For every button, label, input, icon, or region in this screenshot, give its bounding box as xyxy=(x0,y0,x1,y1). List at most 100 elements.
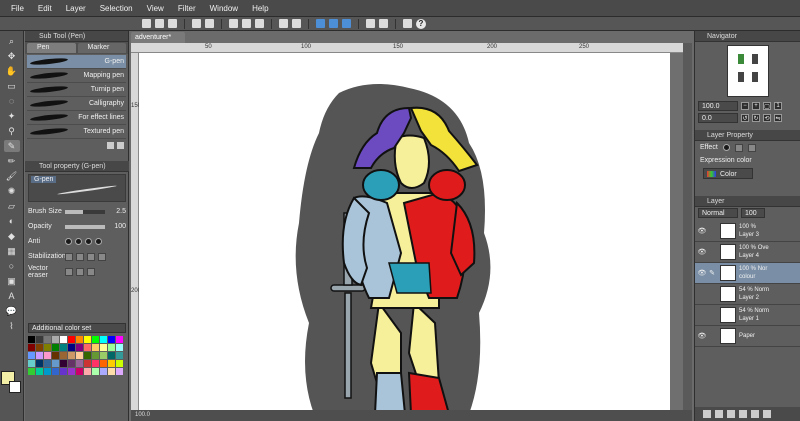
snap-ruler-special-icon[interactable] xyxy=(329,19,338,28)
open-file-icon[interactable] xyxy=(155,19,164,28)
anti-alias-none-option[interactable] xyxy=(65,238,72,245)
color-swatch[interactable] xyxy=(84,344,91,351)
eraser-tool-icon[interactable]: ▱ xyxy=(4,200,20,212)
document-tab[interactable]: adventurer* xyxy=(131,32,185,43)
color-swatch[interactable] xyxy=(44,344,51,351)
rotate-right-icon[interactable]: ↻ xyxy=(752,114,760,122)
canvas-paper[interactable] xyxy=(139,53,670,415)
pencil-tool-icon[interactable]: ✏ xyxy=(4,155,20,167)
color-swatch[interactable] xyxy=(52,360,59,367)
color-swatch[interactable] xyxy=(36,336,43,343)
color-set-select[interactable]: Additional color set xyxy=(28,323,126,333)
correct-line-tool-icon[interactable]: ⌇ xyxy=(4,320,20,332)
color-swatch[interactable] xyxy=(92,336,99,343)
actual-size-icon[interactable]: 1 xyxy=(774,102,782,110)
layer-opacity-field[interactable]: 100 xyxy=(741,208,765,218)
new-file-icon[interactable] xyxy=(142,19,151,28)
color-swatch[interactable] xyxy=(76,344,83,351)
eye-icon[interactable]: 👁 xyxy=(697,331,707,341)
color-swatch[interactable] xyxy=(84,352,91,359)
snap-grid-icon[interactable] xyxy=(342,19,351,28)
color-swatch[interactable] xyxy=(84,360,91,367)
color-swatch[interactable] xyxy=(108,344,115,351)
zoom-in-icon[interactable]: + xyxy=(752,102,760,110)
invert-selection-icon[interactable] xyxy=(292,19,301,28)
tab-marker[interactable]: Marker xyxy=(77,43,126,53)
color-swatch[interactable] xyxy=(44,336,51,343)
brush-item-textured-pen[interactable]: Textured pen xyxy=(27,125,126,139)
color-swatch[interactable] xyxy=(100,344,107,351)
color-swatch[interactable] xyxy=(52,368,59,375)
fill-icon[interactable] xyxy=(242,19,251,28)
brush-size-value[interactable]: 2.5 xyxy=(108,208,126,215)
zoom-tool-icon[interactable]: ⌕ xyxy=(4,35,20,47)
new-folder-icon[interactable] xyxy=(727,410,735,418)
color-swatch[interactable] xyxy=(28,368,35,375)
brush-item-effect-lines[interactable]: For effect lines xyxy=(27,111,126,125)
brush-item-mapping-pen[interactable]: Mapping pen xyxy=(27,69,126,83)
color-swatch[interactable] xyxy=(92,344,99,351)
tab-pen[interactable]: Pen xyxy=(27,43,76,53)
color-swatch[interactable] xyxy=(68,368,75,375)
menu-selection[interactable]: Selection xyxy=(93,0,140,17)
transform-icon[interactable] xyxy=(255,19,264,28)
color-swatch[interactable] xyxy=(36,360,43,367)
canvas-vertical-scrollbar[interactable] xyxy=(683,43,692,410)
stabilization-level[interactable] xyxy=(98,252,106,261)
stabilization-level[interactable] xyxy=(65,252,73,261)
color-swatch[interactable] xyxy=(52,344,59,351)
color-swatch[interactable] xyxy=(108,368,115,375)
color-swatch[interactable] xyxy=(92,360,99,367)
anti-alias-strong-option[interactable] xyxy=(95,238,102,245)
lasso-tool-icon[interactable]: ◌ xyxy=(4,95,20,107)
navigator-zoom-value[interactable]: 100.0 xyxy=(698,101,738,111)
eye-icon[interactable]: 👁 xyxy=(697,268,707,278)
brush-item-turnip-pen[interactable]: Turnip pen xyxy=(27,83,126,97)
brush-item-calligraphy[interactable]: Calligraphy xyxy=(27,97,126,111)
layer-mask-icon[interactable] xyxy=(739,410,747,418)
color-swatch[interactable] xyxy=(60,368,67,375)
eyedropper-tool-icon[interactable]: ⚲ xyxy=(4,125,20,137)
menu-edit[interactable]: Edit xyxy=(31,0,59,17)
opacity-slider[interactable] xyxy=(65,224,105,229)
color-swatch[interactable] xyxy=(92,368,99,375)
clear-icon[interactable] xyxy=(229,19,238,28)
tone-effect-icon[interactable] xyxy=(734,143,743,152)
eye-icon[interactable]: 👁 xyxy=(697,226,707,236)
merge-down-icon[interactable] xyxy=(751,410,759,418)
color-swatch[interactable] xyxy=(44,360,51,367)
menu-layer[interactable]: Layer xyxy=(59,0,93,17)
balloon-tool-icon[interactable]: 💬 xyxy=(4,305,20,317)
auto-select-tool-icon[interactable]: ✦ xyxy=(4,110,20,122)
menu-window[interactable]: Window xyxy=(203,0,245,17)
color-swatch[interactable] xyxy=(76,368,83,375)
new-vector-layer-icon[interactable] xyxy=(715,410,723,418)
color-swatch[interactable] xyxy=(68,352,75,359)
canvas-area[interactable]: 50 100 150 200 250 150 200 xyxy=(131,43,692,415)
menu-file[interactable]: File xyxy=(4,0,31,17)
brush-tool-icon[interactable]: 🖌 xyxy=(4,170,20,182)
anti-alias-weak-option[interactable] xyxy=(75,238,82,245)
color-swatch[interactable] xyxy=(36,344,43,351)
layer-row[interactable]: 👁 100 % Ove Layer 4 xyxy=(695,242,800,263)
layer-row[interactable]: 👁 Paper xyxy=(695,326,800,347)
rotate-left-icon[interactable]: ↺ xyxy=(741,114,749,122)
vector-eraser-option[interactable] xyxy=(87,267,95,276)
brush-size-slider[interactable] xyxy=(65,209,105,214)
zoom-out-icon[interactable]: − xyxy=(741,102,749,110)
color-swatch[interactable] xyxy=(100,352,107,359)
move-tool-icon[interactable]: ✥ xyxy=(4,50,20,62)
figure-tool-icon[interactable]: ○ xyxy=(4,260,20,272)
delete-subtool-icon[interactable] xyxy=(117,142,124,149)
color-swatch[interactable] xyxy=(84,336,91,343)
color-swatch[interactable] xyxy=(36,352,43,359)
help-icon[interactable]: ? xyxy=(416,18,426,29)
text-tool-icon[interactable]: A xyxy=(4,290,20,302)
color-swatch[interactable] xyxy=(84,368,91,375)
frame-tool-icon[interactable]: ▣ xyxy=(4,275,20,287)
menu-filter[interactable]: Filter xyxy=(171,0,203,17)
color-swatch[interactable] xyxy=(116,368,123,375)
color-swatch[interactable] xyxy=(28,352,35,359)
layer-row[interactable]: 54 % Norm Layer 2 xyxy=(695,284,800,305)
fit-screen-icon[interactable]: ▢ xyxy=(763,102,771,110)
